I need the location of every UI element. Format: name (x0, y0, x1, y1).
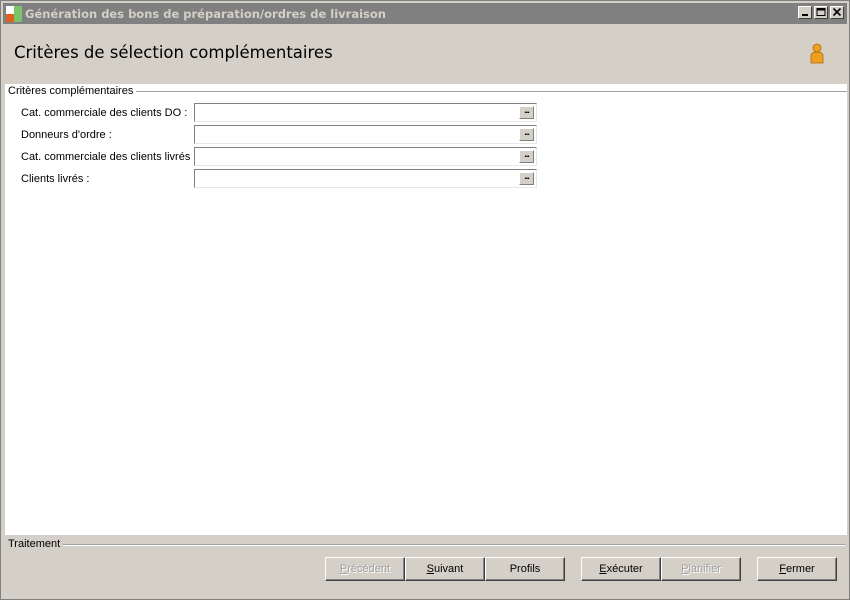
field-clients-livres: Clients livrés : ... (21, 169, 541, 190)
app-window: Génération des bons de préparation/ordre… (0, 0, 850, 600)
field-label: Clients livrés : (21, 173, 90, 185)
criteria-panel: Critères complémentaires Cat. commercial… (5, 84, 847, 535)
window-title: Génération des bons de préparation/ordre… (25, 7, 386, 21)
field-label: Cat. commerciale des clients livrés : (21, 151, 197, 163)
schedule-button[interactable]: Planifier (661, 557, 741, 581)
criteria-group-label: Critères complémentaires (8, 85, 137, 97)
minimize-icon[interactable] (798, 6, 812, 19)
donneurs-ordre-input[interactable] (194, 125, 537, 144)
close-button[interactable]: Fermer (757, 557, 837, 581)
field-label: Cat. commerciale des clients DO : (21, 107, 188, 119)
clients-livres-input[interactable] (194, 169, 537, 188)
execute-button[interactable]: Exécuter (581, 557, 661, 581)
field-label: Donneurs d'ordre : (21, 129, 112, 141)
browse-button[interactable]: ... (519, 128, 534, 141)
user-icon (810, 43, 824, 64)
browse-button[interactable]: ... (519, 106, 534, 119)
field-donneurs-ordre: Donneurs d'ordre : ... (21, 125, 541, 146)
processing-group-label: Traitement (8, 538, 64, 550)
close-icon[interactable] (830, 6, 844, 19)
browse-button[interactable]: ... (519, 172, 534, 185)
group-divider (8, 544, 845, 546)
next-button[interactable]: Suivant (405, 557, 485, 581)
maximize-icon[interactable] (814, 6, 828, 19)
profiles-button[interactable]: Profils (485, 557, 565, 581)
field-cat-clients-livres: Cat. commerciale des clients livrés : ..… (21, 147, 541, 168)
page-title: Critères de sélection complémentaires (14, 43, 333, 62)
processing-panel: Traitement Précédent Suivant Profils Exé… (3, 537, 847, 597)
field-cat-clients-do: Cat. commerciale des clients DO : ... (21, 103, 541, 124)
app-icon (6, 6, 22, 22)
browse-button[interactable]: ... (519, 150, 534, 163)
page-header: Critères de sélection complémentaires (3, 26, 847, 84)
previous-button[interactable]: Précédent (325, 557, 405, 581)
cat-clients-do-input[interactable] (194, 103, 537, 122)
title-bar[interactable]: Génération des bons de préparation/ordre… (3, 3, 847, 24)
cat-clients-livres-input[interactable] (194, 147, 537, 166)
